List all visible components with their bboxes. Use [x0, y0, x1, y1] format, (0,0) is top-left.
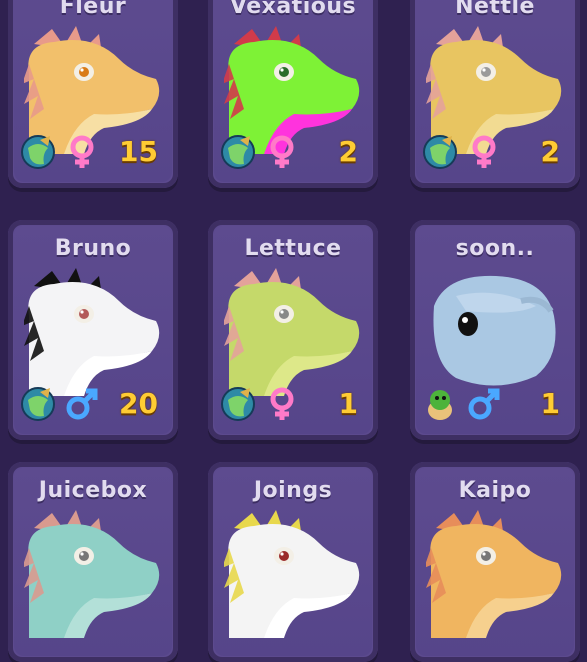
dragon-portrait	[224, 510, 360, 638]
pet-name: Nettle	[455, 0, 535, 19]
adult-stage-icon	[221, 387, 255, 421]
pet-grid: Fleur 15 Vexatious 2 Nettle 2 Bruno 20 L…	[0, 0, 587, 662]
female-icon	[270, 387, 294, 420]
pet-card[interactable]: Vexatious 2	[208, 0, 378, 188]
pet-card[interactable]: soon.. 1	[410, 220, 580, 440]
pet-card[interactable]: Fleur 15	[8, 0, 178, 188]
pet-age: 15	[119, 135, 158, 168]
pet-name: Juicebox	[38, 478, 148, 503]
dragon-portrait	[433, 275, 556, 386]
adult-stage-icon	[21, 387, 55, 421]
pet-name: Bruno	[54, 236, 132, 261]
dragon-portrait	[426, 510, 562, 638]
pet-card[interactable]: Bruno 20	[8, 220, 178, 440]
male-icon	[468, 388, 500, 420]
adult-stage-icon	[221, 135, 255, 169]
pet-name: Lettuce	[244, 236, 342, 261]
pet-card[interactable]: Nettle 2	[410, 0, 580, 188]
dragon-portrait	[224, 268, 360, 396]
female-icon	[70, 135, 94, 168]
pet-name: Fleur	[59, 0, 127, 19]
female-icon	[270, 135, 294, 168]
dragon-portrait	[24, 510, 160, 638]
pet-card[interactable]: Kaipo	[410, 462, 580, 662]
pet-name: Vexatious	[229, 0, 357, 19]
adult-stage-icon	[423, 135, 457, 169]
pet-card[interactable]: Lettuce 1	[208, 220, 378, 440]
pet-name: soon..	[455, 236, 535, 261]
pet-card[interactable]: Juicebox	[8, 462, 178, 662]
pet-age: 1	[540, 387, 560, 420]
pet-age: 2	[338, 135, 358, 168]
pet-age: 20	[119, 387, 158, 420]
female-icon	[472, 135, 496, 168]
pet-card[interactable]: Joings	[208, 462, 378, 662]
pet-name: Joings	[253, 478, 333, 503]
dragon-portrait	[24, 268, 160, 396]
pet-age: 2	[540, 135, 560, 168]
pet-name: Kaipo	[458, 478, 532, 503]
male-icon	[66, 388, 98, 420]
egg-stage-icon	[428, 390, 452, 420]
pet-age: 1	[338, 387, 358, 420]
adult-stage-icon	[21, 135, 55, 169]
